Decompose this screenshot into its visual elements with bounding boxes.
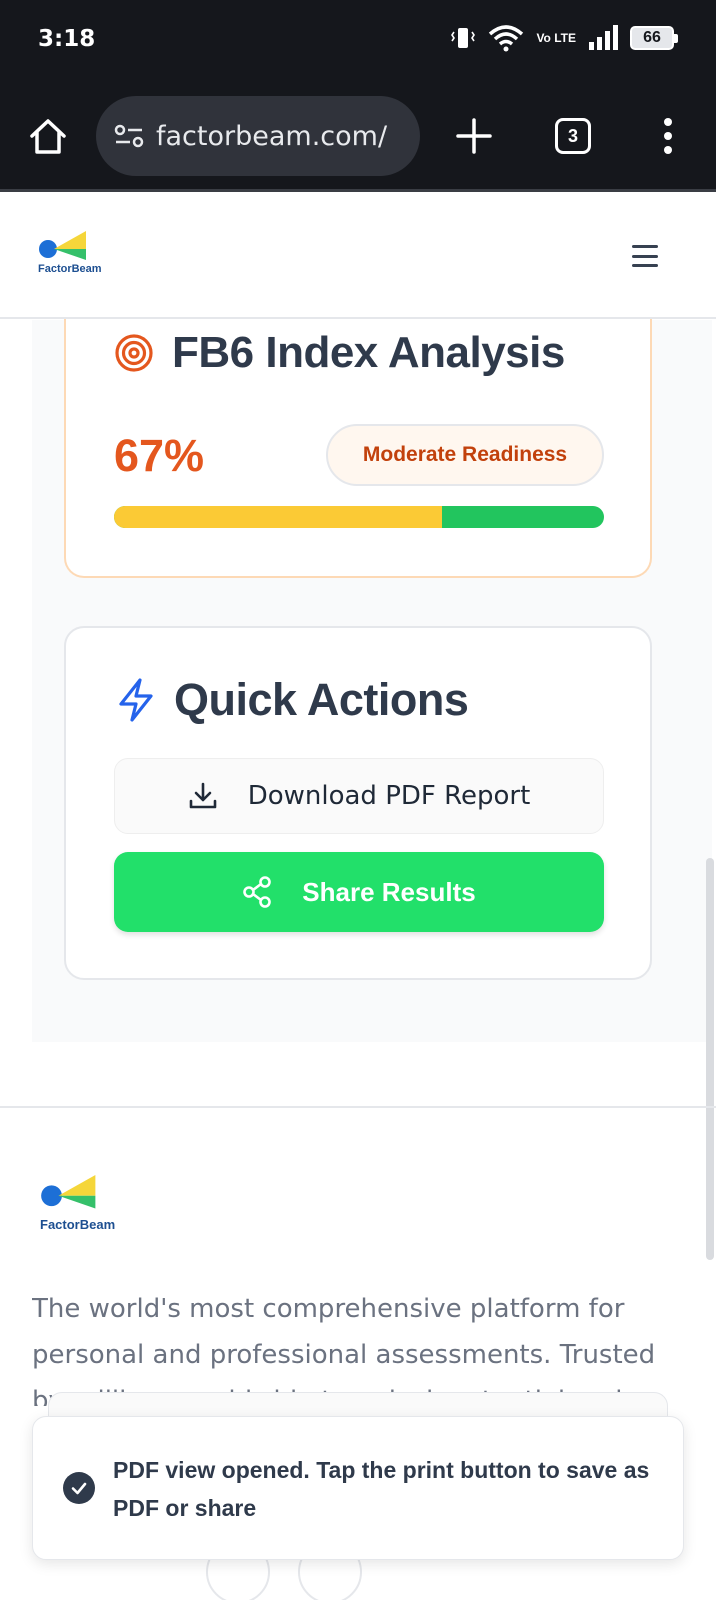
vibrate-icon: [451, 28, 476, 48]
share-icon: [243, 876, 272, 908]
wifi-icon: [489, 25, 524, 52]
footer-logo[interactable]: FactorBeam: [40, 1170, 130, 1232]
readiness-badge: Moderate Readiness: [326, 424, 604, 486]
target-icon: [115, 334, 153, 372]
footer-description: The world's most comprehensive platform …: [32, 1294, 656, 1406]
factorbeam-logo[interactable]: FactorBeam: [38, 227, 122, 275]
quick-actions-title-row: Quick Actions: [116, 674, 469, 726]
fb6-progress-fill: [114, 506, 443, 528]
overflow-menu-icon[interactable]: [656, 114, 680, 158]
footer-logo-text: FactorBeam: [40, 1217, 116, 1232]
url-text: factorbeam.com/: [156, 120, 388, 152]
battery-indicator: 66: [630, 26, 678, 50]
fb6-progress-bar: [114, 506, 604, 528]
site-header: FactorBeam: [0, 195, 716, 319]
footer-logo-mark: [41, 1175, 96, 1209]
signal-icon: [589, 25, 618, 50]
fb6-score: 67%: [114, 430, 205, 481]
status-bar: 3:18 Vo LTE 66: [0, 0, 716, 84]
factorbeam-logo-mark: [39, 231, 86, 260]
status-time: 3:18: [38, 26, 96, 52]
fb6-title-row: FB6 Index Analysis: [114, 328, 565, 378]
tab-switcher-button[interactable]: 3: [555, 118, 591, 154]
toast-message: PDF view opened. Tap the print button to…: [113, 1457, 650, 1521]
quick-actions-card: Quick Actions Download PDF Report Share …: [64, 626, 652, 980]
quick-actions-title: Quick Actions: [174, 674, 469, 725]
share-results-label: Share Results: [302, 876, 476, 907]
home-icon[interactable]: [26, 114, 70, 158]
logo-text: FactorBeam: [38, 263, 102, 275]
lightning-icon: [119, 678, 153, 722]
footer-divider: [0, 1106, 716, 1108]
network-type-label: Vo LTE: [536, 30, 576, 45]
page-scrollbar[interactable]: [706, 858, 714, 1260]
fb6-index-card: FB6 Index Analysis 67% Moderate Readines…: [64, 300, 652, 578]
share-results-button[interactable]: Share Results: [114, 852, 604, 932]
status-icons: Vo LTE 66: [450, 24, 678, 52]
fb6-title: FB6 Index Analysis: [172, 328, 565, 377]
address-bar[interactable]: factorbeam.com/: [96, 96, 420, 176]
download-icon: [189, 782, 216, 809]
hamburger-menu-icon[interactable]: [632, 245, 658, 267]
download-pdf-button[interactable]: Download PDF Report: [114, 758, 604, 834]
toast-notification[interactable]: PDF view opened. Tap the print button to…: [32, 1416, 684, 1560]
download-pdf-label: Download PDF Report: [247, 781, 531, 811]
check-circle-icon: [63, 1472, 95, 1504]
new-tab-icon[interactable]: [452, 114, 496, 158]
browser-toolbar: factorbeam.com/ 3: [0, 84, 716, 192]
site-settings-icon[interactable]: [114, 124, 144, 148]
